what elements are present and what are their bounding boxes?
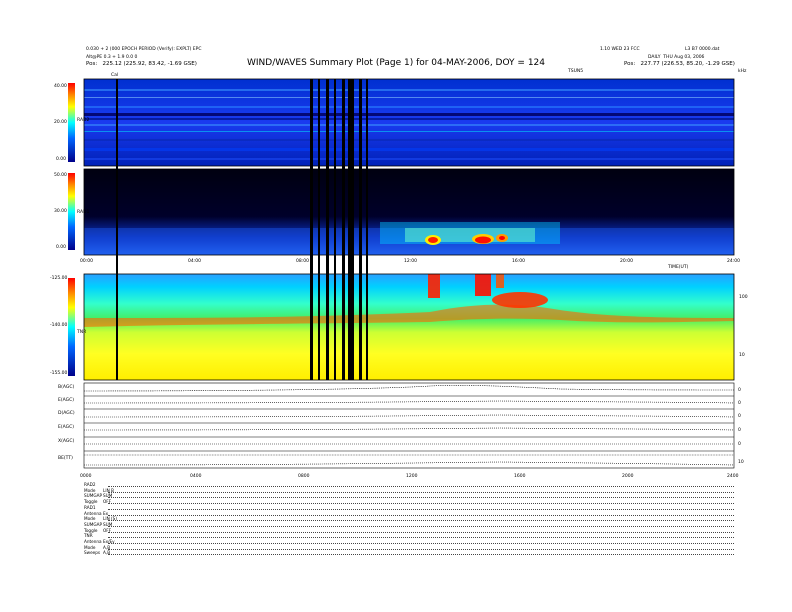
tnr-right-tick-100: 100 [739, 295, 748, 300]
footer-rule [108, 508, 734, 510]
rad1-colorbar [68, 173, 75, 250]
footer-key: Toggle [84, 527, 98, 533]
line-label-1: B(AGC) [58, 385, 75, 390]
line-label-4: E(AGC) [58, 425, 74, 430]
footer-key: Antenna [84, 539, 102, 544]
footer-rule [108, 491, 734, 493]
time-tick-4: 16:00 [512, 259, 525, 264]
line-tick-1: 0 [738, 388, 741, 393]
line-tick-6: 10 [738, 460, 744, 465]
bottom-time-tick-0: 0000 [80, 474, 92, 479]
line-label-2: E(AGC) [58, 398, 74, 403]
tnr-label: TNR [77, 330, 87, 335]
footer-rule [108, 554, 734, 556]
line-panels [83, 382, 735, 469]
time-tick-6: 24:00 [727, 259, 740, 264]
footer-key: Mode [84, 487, 96, 493]
bottom-time-tick-3: 1200 [406, 474, 418, 479]
bottom-time-tick-2: 0800 [298, 474, 310, 479]
time-tick-5: 20:00 [620, 259, 633, 264]
tnr-tick-bottom: -155.00 [50, 371, 68, 376]
line-label-3: D(AGC) [58, 411, 75, 416]
line-tick-4: 0 [738, 428, 741, 433]
footer-rule [108, 543, 734, 544]
rad2-tick-bottom: 0.00 [56, 157, 67, 162]
rad2-spectrogram [84, 79, 734, 166]
time-tick-0: 00:00 [80, 259, 93, 264]
time-tick-3: 12:00 [404, 259, 417, 264]
bottom-time-tick-6: 2400 [727, 474, 739, 479]
tnr-colorbar [68, 278, 75, 376]
rad1-tick-bottom: 0.00 [56, 245, 67, 250]
rad2-label: RAD2 [77, 118, 90, 123]
footer-rule [108, 531, 734, 533]
footer-rule [108, 514, 734, 516]
time-tick-2: 08:00 [296, 259, 309, 264]
rad2-colorbar [68, 83, 75, 162]
line-label-6: BE(TT) [58, 456, 73, 461]
bottom-time-tick-5: 2000 [622, 474, 634, 479]
footer-key: Antenna [84, 510, 102, 516]
line-tick-3: 0 [738, 414, 741, 419]
tnr-right-tick-10: 10 [739, 353, 745, 358]
rad2-tick-mid: 20.00 [54, 120, 67, 125]
footer-rule [108, 486, 734, 487]
footer-key: Toggle [84, 499, 98, 505]
footer-rule [108, 503, 734, 505]
rad2-tick-top: 40.00 [54, 84, 67, 89]
bottom-time-tick-1: 0400 [190, 474, 202, 479]
rad1-tick-top: 50.00 [54, 173, 67, 178]
footer-rule [108, 525, 734, 527]
utc-label: TIME(UT) [668, 265, 689, 270]
footer-key: Mode [84, 516, 96, 522]
tnr-spectrogram [84, 274, 734, 380]
footer-key: RAD1 [84, 504, 96, 510]
footer-key: Sweeps [84, 550, 101, 556]
footer-key: Mode [84, 544, 96, 550]
rad1-label: RAD1 [77, 210, 90, 215]
line-tick-2: 0 [738, 401, 741, 406]
tnr-tick-mid: -140.00 [50, 323, 68, 328]
footer-rule [108, 548, 734, 550]
footer-rule [108, 537, 734, 539]
line-label-5: X(AGC) [58, 439, 75, 444]
rad1-tick-mid: 30.00 [54, 209, 67, 214]
footer-key: RAD2 [84, 482, 96, 487]
line-tick-5: 0 [738, 442, 741, 447]
footer-key: TNR [84, 533, 93, 539]
tnr-tick-top: -125.00 [50, 276, 68, 281]
footer-rule [108, 520, 734, 522]
time-tick-1: 04:00 [188, 259, 201, 264]
footer-rule [108, 497, 734, 499]
bottom-time-tick-4: 1600 [514, 474, 526, 479]
footer-key: SUMGAP [84, 521, 102, 527]
footer-key: SUMGAP [84, 493, 102, 499]
